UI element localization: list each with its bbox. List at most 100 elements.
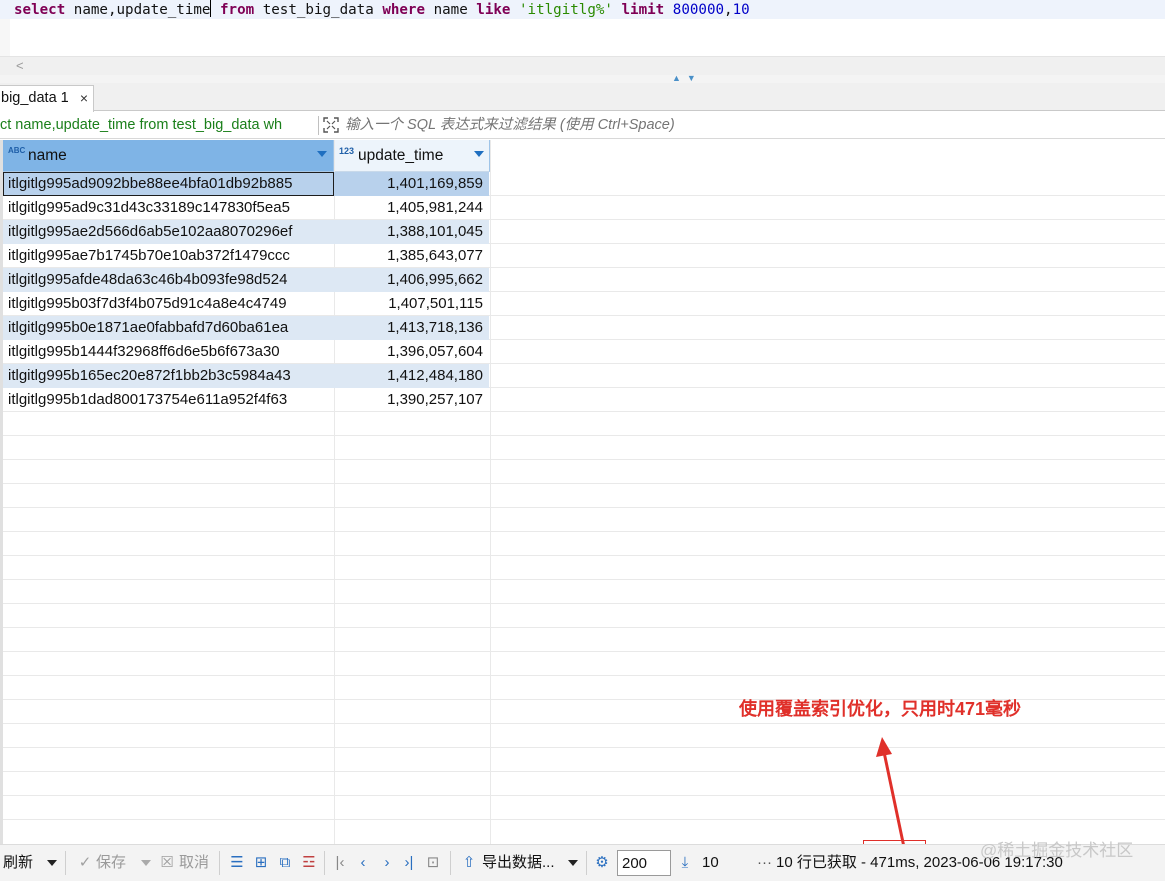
row-count-icon[interactable]: ⤓ [676, 853, 694, 873]
grid-row-line [3, 579, 1165, 580]
cell-name[interactable]: itlgitlg995ad9092bbe88ee4bfa01db92b885 [3, 172, 334, 196]
table-row[interactable]: itlgitlg995b1dad800173754e611a952f4f63 1… [3, 388, 489, 412]
table-row[interactable]: itlgitlg995b0e1871ae0fabbafd7d60ba61ea 1… [3, 316, 489, 340]
sort-dropdown-icon[interactable] [317, 151, 327, 157]
column-header-update-time[interactable]: 123 update_time [334, 140, 490, 172]
sql-token: , [724, 2, 733, 18]
cell-update-time[interactable]: 1,406,995,662 [334, 268, 489, 292]
export-button[interactable]: 导出数据... [482, 853, 555, 873]
sql-token: where [382, 2, 426, 18]
toolbar-divider [219, 851, 220, 875]
grid-row-line [3, 795, 1165, 796]
sql-token: name [425, 2, 477, 18]
prev-page-icon[interactable]: ‹ [354, 853, 372, 873]
grid-column-line [490, 140, 491, 844]
copy-row-icon[interactable]: ⧉ [276, 853, 294, 873]
panel-splitter[interactable]: ▲▼ [0, 73, 1165, 83]
sql-editor[interactable]: select name,update_time from test_big_da… [0, 0, 1165, 56]
sql-token: 10 [732, 2, 750, 18]
grid-row-line [3, 435, 1165, 436]
sql-token: like [476, 2, 511, 18]
refresh-dropdown-icon[interactable] [47, 860, 57, 866]
cell-name[interactable]: itlgitlg995b03f7d3f4b075d91c4a8e4c4749 [3, 292, 334, 316]
filter-divider [318, 116, 319, 135]
more-icon[interactable]: ··· [757, 853, 772, 873]
cell-update-time[interactable]: 1,388,101,045 [334, 220, 489, 244]
grid-row-line [3, 627, 1165, 628]
cell-update-time[interactable]: 1,407,501,115 [334, 292, 489, 316]
filter-bar: ct name,update_time from test_big_data w… [0, 112, 1165, 139]
table-row[interactable]: itlgitlg995b1444f32968ff6d6e5b6f673a30 1… [3, 340, 489, 364]
table-row[interactable]: itlgitlg995ae2d566d6ab5e102aa8070296ef 1… [3, 220, 489, 244]
result-grid[interactable]: ABC name 123 update_time itlgitlg995ad90… [0, 140, 1165, 844]
column-label: name [28, 147, 67, 164]
grid-row-line [3, 507, 1165, 508]
sort-dropdown-icon[interactable] [474, 151, 484, 157]
table-row[interactable]: itlgitlg995ad9092bbe88ee4bfa01db92b885 1… [3, 172, 489, 196]
cancel-button[interactable]: 取消 [179, 853, 209, 873]
cell-name[interactable]: itlgitlg995ae2d566d6ab5e102aa8070296ef [3, 220, 334, 244]
gear-icon[interactable]: ⚙ [593, 853, 611, 873]
query-preview: ct name,update_time from test_big_data w… [0, 117, 283, 133]
edit-rows-icon[interactable]: ☰ [228, 853, 246, 873]
first-page-icon[interactable]: |‹ [331, 853, 349, 873]
editor-horizontal-scrollbar[interactable]: < [0, 56, 1165, 75]
close-icon[interactable]: × [80, 86, 88, 111]
cell-update-time[interactable]: 1,413,718,136 [334, 316, 489, 340]
grid-row-line [3, 483, 1165, 484]
sql-token: limit [621, 2, 665, 18]
table-row[interactable]: itlgitlg995afde48da63c46b4b093fe98d524 1… [3, 268, 489, 292]
add-row-icon[interactable]: ⊞ [252, 853, 270, 873]
next-page-icon[interactable]: › [378, 853, 396, 873]
table-row[interactable]: itlgitlg995b165ec20e872f1bb2b3c5984a43 1… [3, 364, 489, 388]
sql-token: test_big_data [254, 2, 383, 18]
sql-token: 800000 [672, 2, 725, 18]
collapse-arrows-icon[interactable]: ▲▼ [672, 73, 702, 83]
table-row[interactable]: itlgitlg995ae7b1745b70e10ab372f1479ccc 1… [3, 244, 489, 268]
table-row[interactable]: itlgitlg995ad9c31d43c33189c147830f5ea5 1… [3, 196, 489, 220]
cell-name[interactable]: itlgitlg995ae7b1745b70e10ab372f1479ccc [3, 244, 334, 268]
fetch-size-input[interactable] [617, 850, 671, 876]
grid-row-line [3, 459, 1165, 460]
expand-icon[interactable] [322, 116, 340, 134]
cell-name[interactable]: itlgitlg995afde48da63c46b4b093fe98d524 [3, 268, 334, 292]
export-dropdown-icon[interactable] [568, 860, 578, 866]
cell-name[interactable]: itlgitlg995b165ec20e872f1bb2b3c5984a43 [3, 364, 334, 388]
fetch-all-icon[interactable]: ⊡ [424, 853, 442, 873]
grid-row-line [3, 651, 1165, 652]
grid-row-line [3, 747, 1165, 748]
cell-update-time[interactable]: 1,401,169,859 [334, 172, 489, 196]
cell-update-time[interactable]: 1,405,981,244 [334, 196, 489, 220]
sql-query-text[interactable]: select name,update_time from test_big_da… [14, 0, 750, 19]
delete-row-icon[interactable]: ☲ [300, 853, 318, 873]
save-icon: ✓ [78, 854, 92, 871]
refresh-button[interactable]: 刷新 [3, 853, 33, 873]
grid-row-line [3, 555, 1165, 556]
save-dropdown-icon[interactable] [141, 860, 151, 866]
cell-update-time[interactable]: 1,385,643,077 [334, 244, 489, 268]
cell-update-time[interactable]: 1,412,484,180 [334, 364, 489, 388]
table-row[interactable]: itlgitlg995b03f7d3f4b075d91c4a8e4c4749 1… [3, 292, 489, 316]
cell-update-time[interactable]: 1,390,257,107 [334, 388, 489, 412]
grid-row-line [3, 723, 1165, 724]
export-icon[interactable]: ⇧ [460, 853, 478, 873]
cancel-icon: ☒ [160, 854, 174, 871]
scroll-left-icon[interactable]: < [16, 57, 24, 75]
save-button[interactable]: 保存 [96, 853, 126, 873]
cell-name[interactable]: itlgitlg995b0e1871ae0fabbafd7d60ba61ea [3, 316, 334, 340]
last-page-icon[interactable]: ›| [400, 853, 418, 873]
sql-token: from [220, 2, 255, 18]
filter-input[interactable] [345, 112, 945, 139]
grid-row-line [3, 819, 1165, 820]
column-header-name[interactable]: ABC name [3, 140, 334, 172]
cell-name[interactable]: itlgitlg995b1dad800173754e611a952f4f63 [3, 388, 334, 412]
cell-name[interactable]: itlgitlg995ad9c31d43c33189c147830f5ea5 [3, 196, 334, 220]
tab-big-data-1[interactable]: big_data 1 × [0, 85, 94, 112]
column-label: update_time [358, 147, 444, 164]
cell-name[interactable]: itlgitlg995b1444f32968ff6d6e5b6f673a30 [3, 340, 334, 364]
cell-update-time[interactable]: 1,396,057,604 [334, 340, 489, 364]
